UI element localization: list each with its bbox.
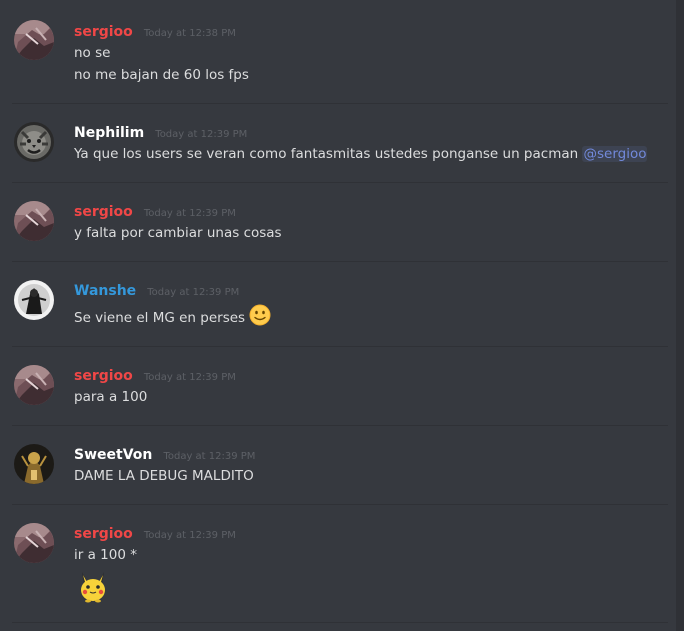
message-group: sergioo Today at 12:39 PM ir a 100 * (0, 505, 668, 623)
avatar-image-sergioo-icon (14, 365, 54, 405)
avatar[interactable] (14, 20, 54, 60)
message-header: sergioo Today at 12:39 PM (74, 524, 236, 545)
username[interactable]: Wanshe (74, 283, 136, 299)
message-group: Wanshe Today at 12:39 PM Se viene el MG … (0, 262, 668, 347)
username[interactable]: sergioo (74, 368, 133, 384)
timestamp: Today at 12:39 PM (143, 372, 236, 383)
username[interactable]: Nephilim (74, 125, 144, 141)
message-header: Wanshe Today at 12:39 PM (74, 281, 239, 302)
timestamp: Today at 12:39 PM (163, 451, 256, 462)
message-text-content: Se viene el MG en perses (74, 310, 246, 326)
message-text-content: Ya que los users se veran como fantasmit… (74, 146, 583, 162)
message-text: no se (74, 45, 111, 61)
timestamp: Today at 12:39 PM (143, 530, 236, 541)
divider (12, 622, 668, 623)
user-mention[interactable]: @sergioo (582, 146, 648, 162)
avatar[interactable] (14, 201, 54, 241)
message-group: sergioo Today at 12:38 PM no se no me ba… (0, 0, 668, 104)
avatar-image-sergioo-icon (14, 20, 54, 60)
message-group: SweetVon Today at 12:39 PM DAME LA DEBUG… (0, 426, 668, 505)
message-text: Ya que los users se veran como fantasmit… (74, 144, 648, 164)
chat-messages-area[interactable]: sergioo Today at 12:38 PM no se no me ba… (0, 0, 684, 631)
username[interactable]: SweetVon (74, 447, 152, 463)
avatar[interactable] (14, 523, 54, 563)
avatar[interactable] (14, 444, 54, 484)
timestamp: Today at 12:39 PM (155, 129, 248, 140)
avatar[interactable] (14, 280, 54, 320)
username[interactable]: sergioo (74, 24, 133, 40)
avatar-image-wanshe-icon (14, 280, 54, 320)
message-header: sergioo Today at 12:39 PM (74, 202, 236, 223)
scrollbar[interactable] (676, 0, 684, 631)
username[interactable]: sergioo (74, 526, 133, 542)
avatar-image-sergioo-icon (14, 201, 54, 241)
pikachu-emoji-icon[interactable] (76, 570, 110, 608)
message-text: no me bajan de 60 los fps (74, 67, 249, 83)
slightly-smiling-face-icon[interactable] (249, 304, 271, 332)
message-text: DAME LA DEBUG MALDITO (74, 468, 254, 484)
avatar[interactable] (14, 365, 54, 405)
message-text: para a 100 (74, 389, 148, 405)
avatar-image-sergioo-icon (14, 523, 54, 563)
avatar[interactable] (14, 122, 54, 162)
message-text: Se viene el MG en perses (74, 304, 271, 332)
timestamp: Today at 12:38 PM (143, 28, 236, 39)
avatar-image-sweetvon-icon (14, 444, 54, 484)
message-header: sergioo Today at 12:39 PM (74, 366, 236, 387)
message-text: ir a 100 * (74, 547, 137, 563)
timestamp: Today at 12:39 PM (143, 208, 236, 219)
avatar-image-nephilim-icon (14, 122, 54, 162)
message-header: SweetVon Today at 12:39 PM (74, 445, 255, 466)
message-group: sergioo Today at 12:39 PM para a 100 (0, 347, 668, 426)
message-group: Nephilim Today at 12:39 PM Ya que los us… (0, 104, 668, 183)
username[interactable]: sergioo (74, 204, 133, 220)
message-text: y falta por cambiar unas cosas (74, 225, 282, 241)
message-header: sergioo Today at 12:38 PM (74, 22, 236, 43)
timestamp: Today at 12:39 PM (147, 287, 240, 298)
message-header: Nephilim Today at 12:39 PM (74, 123, 247, 144)
message-group: sergioo Today at 12:39 PM y falta por ca… (0, 183, 668, 262)
